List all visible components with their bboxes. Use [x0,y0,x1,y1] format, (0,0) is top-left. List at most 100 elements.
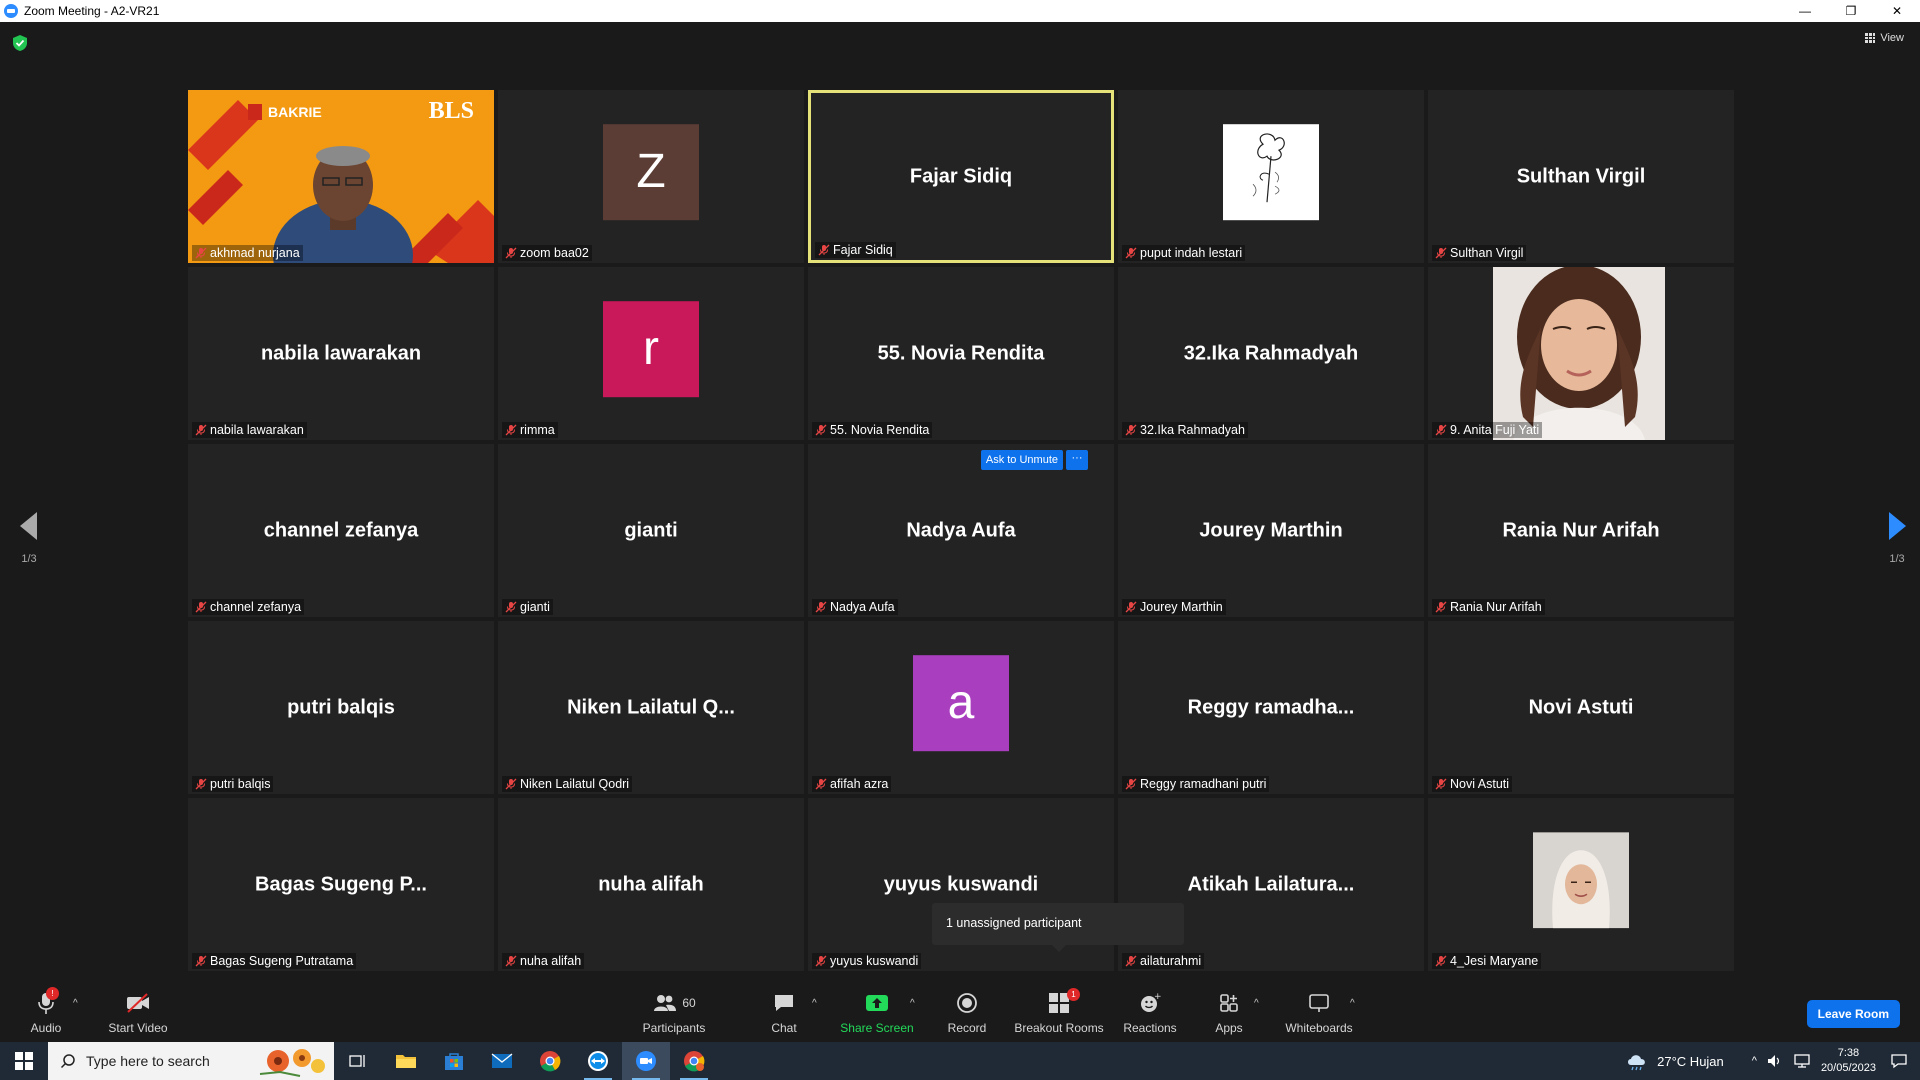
participant-display-name: Niken Lailatul Q... [567,696,735,718]
taskbar-search-box[interactable]: Type here to search [48,1042,334,1080]
muted-microphone-icon [815,955,827,967]
record-button[interactable]: Record [944,980,990,1042]
participant-tile[interactable]: yuyus kuswandi yuyus kuswandi [808,798,1114,971]
zoom-window: Zoom Meeting - A2-VR21 — ❐ ✕ View 1/3 1/… [0,0,1920,1080]
chrome-icon [540,1051,561,1072]
muted-microphone-icon [815,778,827,790]
reactions-button[interactable]: + Reactions [1122,980,1178,1042]
share-options-caret[interactable]: ^ [910,998,915,1009]
muted-microphone-icon [195,955,207,967]
participant-tile[interactable]: a afifah azra [808,621,1114,794]
participant-tile[interactable]: Bagas Sugeng P... Bagas Sugeng Putratama [188,798,494,971]
view-button[interactable]: View [1865,32,1904,44]
zoom-icon [636,1051,656,1071]
apps-button[interactable]: Apps [1212,980,1246,1042]
tooltip-text: 1 unassigned participant [946,916,1082,930]
video-logo-left: BAKRIE [268,104,322,120]
whiteboards-button[interactable]: Whiteboards [1282,980,1356,1042]
leave-room-button[interactable]: Leave Room [1806,1000,1900,1028]
windows-logo-icon [15,1052,33,1070]
participant-tile[interactable]: Jourey Marthin Jourey Marthin [1118,444,1424,617]
participants-label: Participants [642,1021,706,1035]
participant-display-name: gianti [624,519,678,541]
participant-name-label: ailaturahmi [1122,953,1205,969]
zoom-taskbar-button[interactable] [622,1042,670,1080]
apps-options-caret[interactable]: ^ [1254,998,1259,1009]
participant-tile[interactable]: Atikah Lailatura... ailaturahmi [1118,798,1424,971]
chat-button[interactable]: Chat [766,980,802,1042]
participant-name-label: gianti [502,599,553,615]
chat-options-caret[interactable]: ^ [812,998,817,1009]
muted-microphone-icon [818,244,830,256]
minimize-button[interactable]: — [1782,0,1828,22]
weather-text[interactable]: 27°C Hujan [1657,1054,1724,1069]
participant-name: nabila lawarakan [210,423,304,437]
clock-time: 7:38 [1837,1047,1860,1059]
encryption-shield-icon[interactable] [12,34,28,52]
next-page[interactable]: 1/3 [1882,512,1912,565]
volume-icon[interactable] [1767,1053,1783,1069]
ask-unmute-controls: Ask to Unmute ··· [980,450,1088,470]
participant-tile[interactable]: Rania Nur Arifah Rania Nur Arifah [1428,444,1734,617]
participant-tile[interactable]: r rimma [498,267,804,440]
participant-tile[interactable]: puput indah lestari [1118,90,1424,263]
restore-button[interactable]: ❐ [1828,0,1874,22]
participant-name: Nadya Aufa [830,600,895,614]
participant-tile[interactable]: 9. Anita Fuji Yati [1428,267,1734,440]
chrome-profile-button[interactable] [670,1042,718,1080]
reactions-icon: + [1139,989,1161,1017]
mail-button[interactable] [478,1042,526,1080]
participant-tile[interactable]: BAKRIE BLS akhmad nurjana [188,90,494,263]
chat-label: Chat [771,1021,797,1035]
ask-to-unmute-button[interactable]: Ask to Unmute [980,450,1063,470]
participant-tile[interactable]: putri balqis putri balqis [188,621,494,794]
participant-tile[interactable]: Fajar Sidiq Fajar Sidiq [808,90,1114,263]
whiteboards-options-caret[interactable]: ^ [1350,998,1355,1009]
muted-microphone-icon [1125,601,1137,613]
participant-tile[interactable]: Zzoom baa02 [498,90,804,263]
flowers-search-highlight-icon [259,1049,325,1077]
participant-name-label: Sulthan Virgil [1432,245,1527,261]
clock[interactable]: 7:38 20/05/2023 [1821,1046,1876,1076]
start-button[interactable] [0,1042,48,1080]
show-hidden-icons-icon[interactable]: ^ [1752,1055,1757,1067]
share-screen-button[interactable]: Share Screen [838,980,916,1042]
participant-tile[interactable]: Reggy ramadha... Reggy ramadhani putri [1118,621,1424,794]
participant-name-label: Novi Astuti [1432,776,1513,792]
participant-name: channel zefanya [210,600,302,614]
participant-tile[interactable]: 55. Novia Rendita 55. Novia Rendita [808,267,1114,440]
participant-display-name: Jourey Marthin [1199,519,1343,541]
participant-name: Niken Lailatul Qodri [520,777,630,791]
muted-microphone-icon [1125,424,1137,436]
participant-tile[interactable]: Novi Astuti Novi Astuti [1428,621,1734,794]
network-icon[interactable] [1793,1053,1811,1069]
participant-tile[interactable]: gianti gianti [498,444,804,617]
more-options-button[interactable]: ··· [1066,450,1088,470]
breakout-rooms-label: Breakout Rooms [1014,1021,1104,1035]
file-explorer-button[interactable] [382,1042,430,1080]
participant-tile[interactable]: Sulthan Virgil Sulthan Virgil [1428,90,1734,263]
participant-tile[interactable]: nabila lawarakan nabila lawarakan [188,267,494,440]
audio-options-caret[interactable]: ^ [73,998,78,1009]
notifications-icon[interactable] [1890,1053,1908,1069]
participant-tile[interactable]: 4_Jesi Maryane [1428,798,1734,971]
participant-tile[interactable]: Nadya Aufa Ask to Unmute ··· Nadya Aufa [808,444,1114,617]
participant-tile[interactable]: Niken Lailatul Q... Niken Lailatul Qodri [498,621,804,794]
audio-button[interactable]: ! Audio [26,980,66,1042]
participant-name: 55. Novia Rendita [830,423,930,437]
start-video-button[interactable]: Start Video [104,980,172,1042]
microsoft-store-button[interactable] [430,1042,478,1080]
participant-name: zoom baa02 [520,246,589,260]
close-button[interactable]: ✕ [1874,0,1920,22]
previous-page[interactable]: 1/3 [14,512,44,565]
cloud-rain-icon[interactable] [1625,1051,1651,1071]
breakout-rooms-button[interactable]: 1 Breakout Rooms [1012,980,1106,1042]
teamviewer-button[interactable] [574,1042,622,1080]
participants-button[interactable]: 60 Participants [636,980,712,1042]
chrome-button[interactable] [526,1042,574,1080]
participant-tile[interactable]: nuha alifah nuha alifah [498,798,804,971]
participant-tile[interactable]: channel zefanya channel zefanya [188,444,494,617]
participant-tile[interactable]: 32.Ika Rahmadyah 32.Ika Rahmadyah [1118,267,1424,440]
video-off-icon [125,989,151,1017]
task-view-button[interactable] [334,1042,382,1080]
